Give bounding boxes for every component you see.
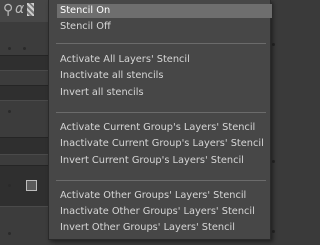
- stencil-context-menu: Stencil On Stencil Off Activate All Laye…: [48, 0, 272, 240]
- menu-item-activate-other-groups-stencil[interactable]: Activate Other Groups' Layers' Stencil: [57, 189, 246, 203]
- handle-dot: [23, 47, 26, 50]
- layer-row[interactable]: [0, 55, 55, 71]
- menu-item-stencil-off[interactable]: Stencil Off: [57, 20, 111, 34]
- alpha-icon[interactable]: α: [15, 2, 24, 16]
- handle-dot: [272, 43, 275, 46]
- checkerboard-icon[interactable]: [27, 3, 34, 16]
- handle-dot: [8, 110, 11, 113]
- menu-item-invert-current-group-stencil[interactable]: Invert Current Group's Layers' Stencil: [57, 154, 244, 168]
- handle-dot: [8, 47, 11, 50]
- menu-item-invert-other-groups-stencil[interactable]: Invert Other Groups' Layers' Stencil: [57, 221, 235, 235]
- menu-item-invert-all-stencils[interactable]: Invert all stencils: [57, 86, 144, 100]
- layer-row[interactable]: [0, 137, 55, 155]
- layer-panel-background: ⚲ α: [0, 0, 55, 245]
- layer-row[interactable]: [0, 85, 55, 101]
- menu-separator: [56, 112, 266, 113]
- handle-dot: [8, 184, 11, 187]
- menu-item-activate-all-layers-stencil[interactable]: Activate All Layers' Stencil: [57, 53, 190, 67]
- menu-item-inactivate-all-stencils[interactable]: Inactivate all stencils: [57, 69, 164, 83]
- handle-dot: [272, 160, 275, 163]
- menu-item-inactivate-current-group-stencil[interactable]: Inactivate Current Group's Layers' Stenc…: [57, 137, 264, 151]
- layer-panel-toolbar: ⚲ α: [0, 0, 55, 22]
- menu-item-stencil-on[interactable]: Stencil On: [57, 4, 272, 18]
- search-icon[interactable]: ⚲: [3, 3, 13, 17]
- menu-separator: [56, 43, 266, 44]
- handle-dot: [8, 232, 11, 235]
- menu-item-activate-current-group-stencil[interactable]: Activate Current Group's Layers' Stencil: [57, 121, 255, 135]
- menu-item-inactivate-other-groups-stencil[interactable]: Inactivate Other Groups' Layers' Stencil: [57, 205, 255, 219]
- layer-thumbnail[interactable]: [26, 180, 37, 191]
- handle-dot: [272, 230, 275, 233]
- menu-separator: [56, 180, 266, 181]
